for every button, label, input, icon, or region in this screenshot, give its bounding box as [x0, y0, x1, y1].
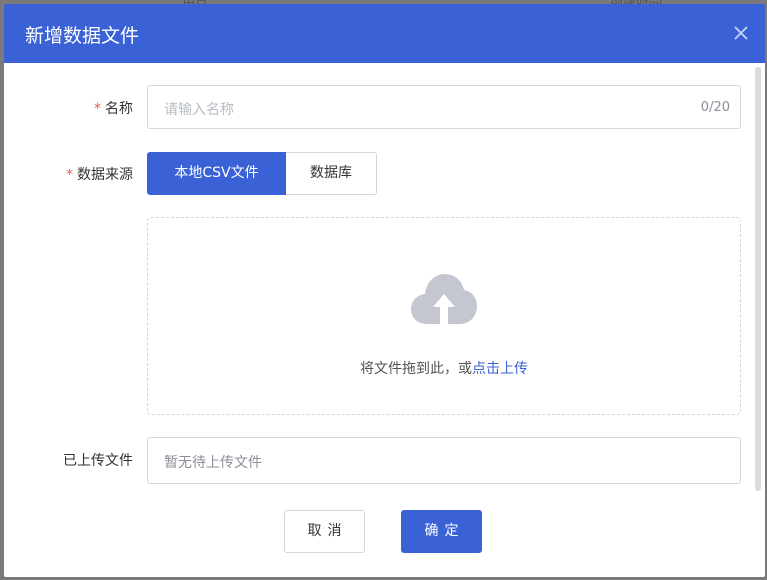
dialog-scrollbar[interactable] [755, 67, 761, 491]
confirm-button[interactable]: 确定 [401, 510, 482, 553]
name-input[interactable]: 请输入名称 0/20 [147, 85, 741, 129]
name-label: * 名称 [94, 101, 133, 117]
dialog-header: 新增数据文件 [4, 4, 765, 63]
dialog-title: 新增数据文件 [25, 25, 140, 47]
upload-drop-zone[interactable]: 将文件拖到此，或点击上传 [147, 217, 741, 415]
name-input-placeholder: 请输入名称 [164, 102, 234, 118]
add-data-file-dialog: 新增数据文件 * 名称 请输入名称 0/20 * 数据来源 本地CSV文件 数据库 … [4, 4, 765, 577]
click-upload-link[interactable]: 点击上传 [472, 361, 528, 377]
uploaded-files-box: 暂无待上传文件 [147, 437, 741, 484]
required-mark: * [94, 101, 101, 117]
source-label: * 数据来源 [66, 167, 133, 183]
cloud-upload-icon [411, 274, 477, 324]
name-char-counter: 0/20 [700, 100, 730, 115]
required-mark: * [66, 167, 73, 183]
upload-hint: 将文件拖到此，或点击上传 [148, 358, 740, 378]
cancel-button[interactable]: 取消 [284, 510, 365, 553]
close-icon[interactable] [729, 21, 753, 45]
source-option-database[interactable]: 数据库 [286, 152, 377, 195]
uploaded-files-empty-text: 暂无待上传文件 [164, 455, 262, 471]
uploaded-files-label: 已上传文件 [63, 453, 133, 469]
upload-hint-text: 将文件拖到此，或 [360, 361, 472, 377]
source-option-local-csv[interactable]: 本地CSV文件 [147, 152, 286, 195]
